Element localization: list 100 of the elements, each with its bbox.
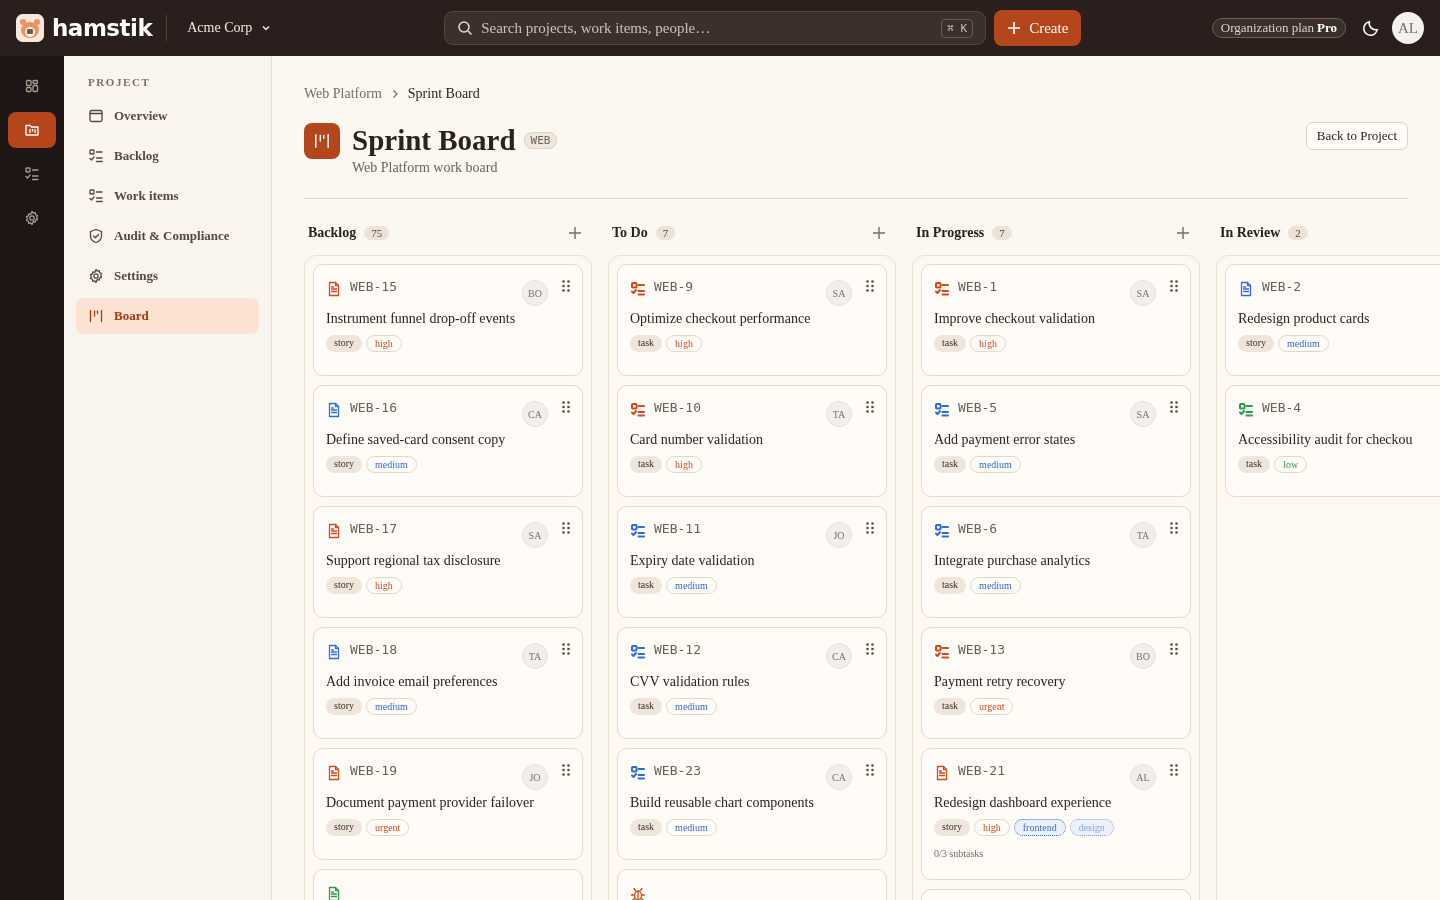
work-item-card[interactable]: WEB-18 TA Add invoice email preferences story medium <box>313 627 583 739</box>
column-count: 75 <box>364 226 390 240</box>
item-id: WEB-18 <box>350 641 397 657</box>
item-id: WEB-4 <box>1262 399 1302 415</box>
shortcut-hint: ⌘ K <box>941 18 974 38</box>
work-item-card[interactable]: WEB-4 Accessibility audit for checkou task low <box>1225 385 1440 497</box>
type-tag: story <box>326 335 362 352</box>
work-item-card[interactable]: WEB-13 BO Payment retry recovery task urgent <box>921 627 1191 739</box>
item-id: WEB-9 <box>654 278 694 294</box>
assignee-avatar: JO <box>522 764 548 790</box>
type-tag: task <box>934 577 967 594</box>
type-tag: task <box>934 335 967 352</box>
item-id: WEB-6 <box>958 520 998 536</box>
item-id: WEB-11 <box>654 520 701 536</box>
assignee-avatar: BO <box>1130 643 1156 669</box>
search-field[interactable]: Search projects, work items, people… <box>481 19 934 37</box>
work-item-card[interactable]: WEB-15 BO Instrument funnel drop-off events story high <box>313 264 583 376</box>
type-tag: task <box>630 698 663 715</box>
item-id: WEB-17 <box>350 520 397 536</box>
breadcrumb-link[interactable]: Web Platform <box>304 86 382 102</box>
priority-tag: medium <box>970 456 1021 473</box>
card-title: Payment retry recovery <box>934 674 1067 690</box>
priority-tag: high <box>366 335 402 352</box>
type-tag: task <box>934 698 967 715</box>
priority-tag: medium <box>970 577 1021 594</box>
type-tag: story <box>326 456 362 473</box>
work-item-card[interactable]: WEB-12 CA CVV validation rules task medium <box>617 627 887 739</box>
column-title: To Do <box>612 225 648 241</box>
priority-tag: medium <box>666 819 717 836</box>
nav-item[interactable]: Backlog <box>76 138 259 174</box>
item-id: WEB-1 <box>958 278 998 294</box>
priority-tag: medium <box>666 577 717 594</box>
work-item-card[interactable]: WEB-11 JO Expiry date validation task medium <box>617 506 887 618</box>
search-bar[interactable]: Search projects, work items, people… ⌘ K <box>444 11 987 45</box>
work-item-card[interactable]: WEB-6 TA Integrate purchase analytics task medium <box>921 506 1191 618</box>
type-tag: story <box>934 819 970 836</box>
work-item-card[interactable]: WEB-19 JO Document payment provider failover story urgent <box>313 748 583 860</box>
item-id: WEB-16 <box>350 399 397 415</box>
type-tag: task <box>630 819 663 836</box>
column-title: In Review <box>1220 225 1281 241</box>
nav-item[interactable]: Overview <box>76 98 259 134</box>
brand-name: hamstik <box>52 15 153 41</box>
work-item-card[interactable]: WEB-9 SA Optimize checkout performance task high <box>617 264 887 376</box>
type-tag: story <box>326 577 362 594</box>
nav-item[interactable]: Board <box>76 298 259 334</box>
item-id: WEB-5 <box>958 399 998 415</box>
user-avatar[interactable]: AL <box>1392 12 1424 44</box>
column-title: Backlog <box>308 225 357 241</box>
nav-item[interactable]: Settings <box>76 258 259 294</box>
work-item-card[interactable]: WEB-21 AL Redesign dashboard experience story high frontend design 0/3 subtasks <box>921 748 1191 880</box>
priority-tag: high <box>970 335 1006 352</box>
card-title: Improve checkout validation <box>934 311 1096 327</box>
type-tag: task <box>630 577 663 594</box>
card-title: Add payment error states <box>934 432 1077 448</box>
assignee-avatar: AL <box>1130 764 1156 790</box>
subtask-count: 0/3 subtasks <box>934 848 985 859</box>
project-key-badge: WEB <box>523 131 558 149</box>
card-title: Build reusable chart components <box>630 795 815 811</box>
back-button[interactable]: Back to Project <box>1305 122 1408 150</box>
nav-item[interactable]: Audit & Compliance <box>76 218 259 254</box>
nav-item[interactable]: Work items <box>76 178 259 214</box>
assignee-avatar: SA <box>826 280 852 306</box>
assignee-avatar: CA <box>826 764 852 790</box>
priority-tag: high <box>666 456 702 473</box>
assignee-avatar: CA <box>522 401 548 427</box>
create-button[interactable]: Create <box>994 10 1082 46</box>
item-id: WEB-21 <box>958 762 1005 778</box>
type-tag: task <box>934 456 967 473</box>
assignee-avatar: JO <box>826 522 852 548</box>
work-item-card[interactable]: WEB-5 SA Add payment error states task medium <box>921 385 1191 497</box>
page-title: Sprint Board <box>352 123 516 158</box>
assignee-avatar: SA <box>1130 280 1156 306</box>
priority-tag: medium <box>366 456 417 473</box>
assignee-avatar: SA <box>522 522 548 548</box>
assignee-avatar: CA <box>826 643 852 669</box>
priority-tag: urgent <box>366 819 410 836</box>
card-title: CVV validation rules <box>630 674 751 690</box>
column-count: 7 <box>655 226 676 240</box>
card-title: Add invoice email preferences <box>326 674 499 690</box>
page-subtitle: Web Platform work board <box>352 160 499 176</box>
breadcrumb-current: Sprint Board <box>407 86 480 102</box>
org-switcher[interactable]: Acme Corp <box>187 20 273 36</box>
work-item-card[interactable]: WEB-10 TA Card number validation task high <box>617 385 887 497</box>
priority-tag: medium <box>366 698 417 715</box>
work-item-card[interactable]: WEB-23 CA Build reusable chart components task medium <box>617 748 887 860</box>
column-title: In Progress <box>916 225 985 241</box>
work-item-card[interactable]: WEB-16 CA Define saved-card consent copy story medium <box>313 385 583 497</box>
work-item-card[interactable]: WEB-17 SA Support regional tax disclosure story high <box>313 506 583 618</box>
card-title: Support regional tax disclosure <box>326 553 502 569</box>
item-id: WEB-23 <box>654 762 701 778</box>
column-count: 2 <box>1288 226 1308 240</box>
assignee-avatar: TA <box>1130 522 1156 548</box>
type-tag: task <box>1238 456 1271 473</box>
work-item-card[interactable]: WEB-1 SA Improve checkout validation task high <box>921 264 1191 376</box>
work-item-card[interactable]: WEB-2 Redesign product cards story medium <box>1225 264 1440 376</box>
item-id: WEB-12 <box>654 641 701 657</box>
card-title: Card number validation <box>630 432 764 448</box>
item-id: WEB-15 <box>350 278 397 294</box>
plan-badge: Organization plan Pro <box>1211 18 1346 38</box>
card-title: Integrate purchase analytics <box>934 553 1092 569</box>
